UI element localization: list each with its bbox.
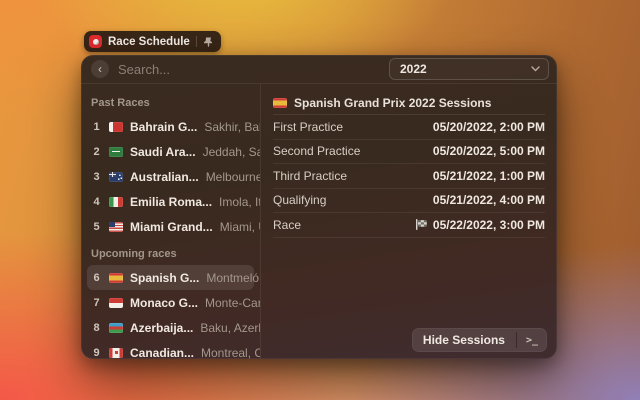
- footer-actions: Hide Sessions >_: [412, 328, 547, 352]
- section-header-past: Past Races: [91, 97, 250, 109]
- race-location: Melbourne,...: [206, 170, 261, 184]
- session-name: First Practice: [273, 120, 433, 134]
- session-row: First Practice 05/20/2022, 2:00 PM: [273, 115, 545, 140]
- session-name: Third Practice: [273, 169, 433, 183]
- race-row-australia[interactable]: 3 Australian... Melbourne,...: [87, 164, 254, 189]
- race-location: Sakhir, Bahr...: [204, 120, 261, 134]
- session-row-race: Race 05/22/2022, 3:00 PM: [273, 213, 545, 238]
- race-list: Past Races 1 Bahrain G... Sakhir, Bahr..…: [81, 84, 261, 359]
- tab-divider: [196, 36, 197, 47]
- race-name: Bahrain G...: [130, 120, 197, 134]
- pin-icon[interactable]: [203, 36, 214, 47]
- app-tab-title: Race Schedule: [108, 36, 190, 48]
- race-number: 7: [91, 297, 102, 309]
- race-number: 5: [91, 221, 102, 233]
- race-number: 9: [91, 347, 102, 359]
- sessions-header: Spanish Grand Prix 2022 Sessions: [273, 91, 545, 115]
- race-name: Spanish G...: [130, 271, 199, 285]
- monaco-flag-icon: [109, 298, 123, 308]
- back-button[interactable]: ‹: [91, 60, 109, 78]
- session-name: Race: [273, 218, 411, 232]
- session-datetime: 05/22/2022, 3:00 PM: [433, 218, 545, 232]
- spain-flag-icon: [273, 98, 287, 108]
- actions-terminal-button[interactable]: >_: [517, 328, 547, 352]
- race-location: Imola, Italy: [219, 195, 261, 209]
- race-name: Miami Grand...: [130, 220, 213, 234]
- app-tab[interactable]: Race Schedule: [84, 31, 221, 52]
- saudi-arabia-flag-icon: [109, 147, 123, 157]
- session-row: Third Practice 05/21/2022, 1:00 PM: [273, 164, 545, 189]
- italy-flag-icon: [109, 197, 123, 207]
- session-datetime-with-flag: 05/22/2022, 3:00 PM: [411, 218, 545, 232]
- race-location: Jeddah, Sa...: [203, 145, 261, 159]
- race-row-saudi[interactable]: 2 Saudi Ara... Jeddah, Sa...: [87, 139, 254, 164]
- race-name: Monaco G...: [130, 296, 198, 310]
- sessions-title: Spanish Grand Prix 2022 Sessions: [294, 96, 491, 110]
- race-row-monaco[interactable]: 7 Monaco G... Monte-Carl...: [87, 290, 254, 315]
- bahrain-flag-icon: [109, 122, 123, 132]
- year-dropdown-value: 2022: [400, 62, 531, 76]
- terminal-prompt-icon: >_: [526, 335, 538, 346]
- back-icon: ‹: [98, 63, 102, 75]
- session-datetime: 05/21/2022, 4:00 PM: [433, 193, 545, 207]
- race-row-emilia-romagna[interactable]: 4 Emilia Roma... Imola, Italy: [87, 189, 254, 214]
- race-row-spain-selected[interactable]: 6 Spanish G... Montmeló,...: [87, 265, 254, 290]
- australia-flag-icon: [109, 172, 123, 182]
- race-number: 6: [91, 272, 102, 284]
- canada-flag-icon: [109, 348, 123, 358]
- checkered-flag-icon: [415, 219, 428, 230]
- race-name: Australian...: [130, 170, 199, 184]
- race-name: Saudi Ara...: [130, 145, 196, 159]
- race-location: Montmeló,...: [206, 271, 261, 285]
- race-location: Montreal, C...: [201, 346, 261, 360]
- race-number: 4: [91, 196, 102, 208]
- session-name: Qualifying: [273, 193, 433, 207]
- race-row-bahrain[interactable]: 1 Bahrain G... Sakhir, Bahr...: [87, 114, 254, 139]
- race-number: 3: [91, 171, 102, 183]
- year-dropdown[interactable]: 2022: [389, 58, 549, 80]
- race-row-canada[interactable]: 9 Canadian... Montreal, C...: [87, 340, 254, 359]
- race-number: 8: [91, 322, 102, 334]
- sessions-panel: Spanish Grand Prix 2022 Sessions First P…: [261, 84, 557, 359]
- azerbaijan-flag-icon: [109, 323, 123, 333]
- race-row-miami[interactable]: 5 Miami Grand... Miami, USA: [87, 214, 254, 239]
- chevron-down-icon: [531, 66, 540, 72]
- hide-sessions-button[interactable]: Hide Sessions: [412, 328, 516, 352]
- race-schedule-app-icon: [89, 35, 102, 48]
- race-location: Monte-Carl...: [205, 296, 261, 310]
- session-datetime: 05/20/2022, 5:00 PM: [433, 144, 545, 158]
- race-schedule-window: ‹ 2022 Past Races 1 Bahrain G... Sakhir,…: [81, 55, 557, 359]
- toolbar: ‹ 2022: [81, 55, 557, 84]
- session-datetime: 05/21/2022, 1:00 PM: [433, 169, 545, 183]
- session-row: Qualifying 05/21/2022, 4:00 PM: [273, 189, 545, 214]
- spain-flag-icon: [109, 273, 123, 283]
- session-datetime: 05/20/2022, 2:00 PM: [433, 120, 545, 134]
- race-location: Miami, USA: [220, 220, 261, 234]
- search-input[interactable]: [118, 62, 381, 77]
- race-name: Azerbaija...: [130, 321, 193, 335]
- section-header-upcoming: Upcoming races: [91, 248, 250, 260]
- race-number: 2: [91, 146, 102, 158]
- race-row-azerbaijan[interactable]: 8 Azerbaija... Baku, Azerb...: [87, 315, 254, 340]
- race-location: Baku, Azerb...: [200, 321, 261, 335]
- race-name: Emilia Roma...: [130, 195, 212, 209]
- usa-flag-icon: [109, 222, 123, 232]
- race-number: 1: [91, 121, 102, 133]
- session-row: Second Practice 05/20/2022, 5:00 PM: [273, 140, 545, 165]
- session-name: Second Practice: [273, 144, 433, 158]
- race-name: Canadian...: [130, 346, 194, 360]
